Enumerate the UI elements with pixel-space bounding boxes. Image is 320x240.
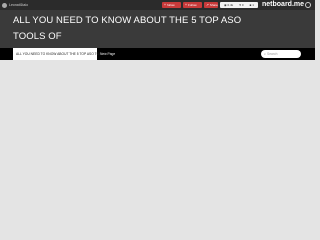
eye-icon: ◉ bbox=[224, 3, 227, 7]
board-canvas[interactable] bbox=[0, 60, 315, 210]
comments-count: 1 bbox=[252, 3, 254, 7]
search-icon: ⌕ bbox=[264, 52, 267, 56]
tab-new-page[interactable]: New Page bbox=[97, 48, 118, 60]
user-name: Leonatl1taio bbox=[9, 3, 29, 7]
hero-banner: ALL YOU NEED TO KNOW ABOUT THE 5 TOP ASO… bbox=[0, 10, 315, 48]
page-title: ALL YOU NEED TO KNOW ABOUT THE 5 TOP ASO… bbox=[13, 15, 242, 42]
views-stat: ◉ 0.4k bbox=[224, 2, 233, 8]
follow-board-button[interactable]: + Follow bbox=[183, 2, 202, 8]
share-button[interactable]: ↗ Share bbox=[204, 2, 218, 8]
user-profile[interactable]: Leonatl1taio bbox=[2, 0, 28, 10]
heart-icon: ♥ bbox=[239, 3, 242, 7]
share-label: Share bbox=[209, 3, 218, 7]
likes-count: 0 bbox=[241, 3, 244, 7]
tab-current-page[interactable]: ALL YOU NEED TO KNOW ABOUT THE 5 TOP ASO… bbox=[13, 48, 111, 60]
plus-icon: + bbox=[185, 3, 187, 7]
search-input[interactable] bbox=[267, 50, 300, 58]
follow-label: follow bbox=[166, 3, 175, 7]
brand-logo[interactable]: netboard.me bbox=[262, 0, 304, 10]
top-bar: Leonatl1taio + follow + Follow ↗ Share ◉… bbox=[0, 0, 315, 10]
search-box[interactable]: ⌕ bbox=[261, 50, 301, 58]
page-tabs-bar: ALL YOU NEED TO KNOW ABOUT THE 5 TOP ASO… bbox=[0, 48, 315, 60]
power-icon[interactable] bbox=[305, 2, 311, 8]
comments-stat[interactable]: ■ 1 bbox=[250, 2, 254, 8]
likes-stat[interactable]: ♥ 0 bbox=[239, 2, 243, 8]
views-count: 0.4k bbox=[227, 3, 234, 7]
follow-board-label: Follow bbox=[187, 3, 197, 7]
follow-button[interactable]: + follow bbox=[162, 2, 181, 8]
avatar-icon bbox=[2, 2, 7, 8]
share-icon: ↗ bbox=[206, 3, 209, 7]
plus-icon: + bbox=[164, 3, 166, 7]
stats-group: ◉ 0.4k ♥ 0 ■ 1 bbox=[220, 2, 258, 8]
